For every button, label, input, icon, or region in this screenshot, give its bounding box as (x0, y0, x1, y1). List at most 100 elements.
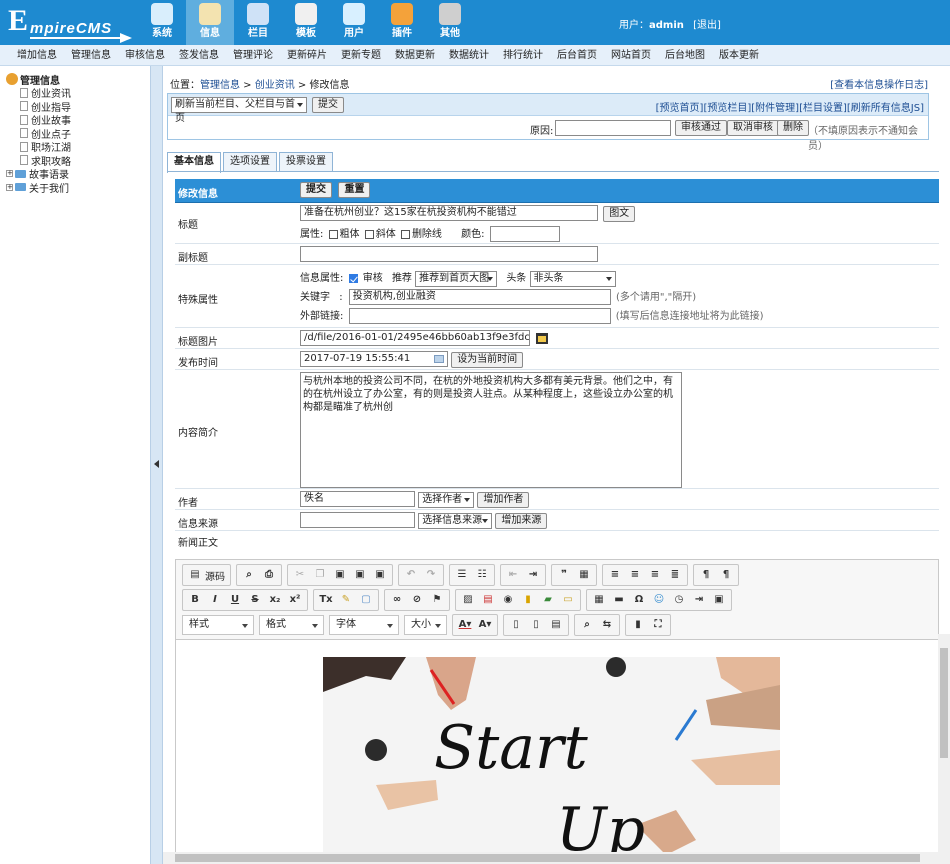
link-icon[interactable]: ∞ (389, 593, 405, 607)
tree-item[interactable]: 创业故事 (6, 113, 71, 127)
topnav-item-3[interactable]: 模板 (282, 0, 330, 45)
templates-icon[interactable]: ▤ (548, 618, 564, 632)
bg-color-icon[interactable]: A▾ (477, 618, 493, 632)
italic-icon[interactable]: I (207, 593, 223, 607)
form-reset-button[interactable]: 重置 (338, 182, 371, 198)
horizontal-scrollbar[interactable] (163, 852, 938, 864)
toolbox-link[interactable]: [栏目设置] (799, 103, 847, 114)
topnav-item-0[interactable]: 系统 (138, 0, 186, 45)
underline-icon[interactable]: U (227, 593, 243, 607)
special-char-icon[interactable]: Ω (631, 593, 647, 607)
refresh-select[interactable]: 刷新当前栏目、父栏目与首页 (171, 97, 307, 124)
file-icon[interactable]: ▮ (520, 593, 536, 607)
subnav-item[interactable]: 后台首页 (550, 45, 604, 65)
tree-item[interactable]: 求职攻略 (6, 154, 71, 168)
topnav-item-6[interactable]: 其他 (426, 0, 474, 45)
refresh-submit-button[interactable]: 提交 (312, 97, 344, 113)
title-input[interactable]: 准备在杭州创业？这15家在杭投资机构不能错过 (300, 205, 598, 221)
italic-checkbox[interactable] (364, 229, 374, 239)
outdent-icon[interactable]: ⇤ (505, 568, 521, 582)
subnav-item[interactable]: 管理信息 (64, 45, 118, 65)
paste-word-icon[interactable]: ▣ (372, 568, 388, 582)
print-icon[interactable]: ⎙ (261, 568, 277, 582)
topnav-item-5[interactable]: 插件 (378, 0, 426, 45)
scrollbar-thumb[interactable] (940, 648, 948, 758)
delete-button[interactable]: 删除 (777, 120, 809, 136)
recommend-select[interactable]: 推荐到首页大图 (415, 271, 498, 287)
toolbox-link[interactable]: [附件管理] (751, 103, 799, 114)
smiley-icon[interactable]: ☺ (651, 593, 667, 607)
bold-checkbox[interactable] (328, 229, 338, 239)
align-right-icon[interactable]: ≡ (647, 568, 663, 582)
subnav-item[interactable]: 审核信息 (118, 45, 172, 65)
undo-icon[interactable]: ↶ (403, 568, 419, 582)
editor-content-area[interactable]: Start Up (176, 639, 938, 863)
add-source-button[interactable]: 增加来源 (495, 513, 548, 529)
preview-icon[interactable]: ⌕ (241, 568, 257, 582)
color-input[interactable] (489, 226, 560, 242)
logout-link[interactable]: [退出] (693, 20, 721, 31)
summary-textarea[interactable]: 与杭州本地的投资公司不同，在杭的外地投资机构大多都有美元背景。他们之中，有的在杭… (300, 372, 682, 488)
subscript-icon[interactable]: x₂ (267, 593, 283, 607)
sidebar-splitter[interactable] (150, 66, 163, 864)
numbered-list-icon[interactable]: ☰ (454, 568, 470, 582)
tab-0[interactable]: 基本信息 (167, 152, 221, 173)
format-combo[interactable]: 格式 (259, 615, 324, 635)
source-input[interactable] (300, 512, 415, 528)
tree-item[interactable]: 创业点子 (6, 127, 71, 141)
copy-icon[interactable]: ❐ (312, 568, 328, 582)
subnav-item[interactable]: 排行统计 (496, 45, 550, 65)
code-icon[interactable]: ▣ (711, 593, 727, 607)
author-input[interactable]: 佚名 (300, 491, 415, 507)
calendar-icon[interactable] (434, 355, 444, 363)
source-icon[interactable]: ▤ (187, 568, 203, 582)
topnav-item-2[interactable]: 栏目 (234, 0, 282, 45)
subnav-item[interactable]: 管理评论 (226, 45, 280, 65)
bulleted-list-icon[interactable]: ☷ (474, 568, 490, 582)
indent-icon[interactable]: ⇥ (525, 568, 541, 582)
reason-input[interactable] (555, 120, 671, 136)
subnav-item[interactable]: 数据统计 (442, 45, 496, 65)
select-image-icon[interactable] (536, 332, 549, 344)
rtl-icon[interactable]: ¶ (718, 568, 734, 582)
image-icon[interactable]: ▨ (460, 593, 476, 607)
collapse-arrow-icon[interactable] (154, 460, 159, 468)
subnav-item[interactable]: 后台地图 (658, 45, 712, 65)
paste-icon[interactable]: ▣ (332, 568, 348, 582)
form-submit-button[interactable]: 提交 (300, 182, 332, 198)
set-current-time-button[interactable]: 设为当前时间 (451, 352, 524, 368)
headline-select[interactable]: 非头条 (529, 271, 616, 287)
copy-format-icon[interactable]: ✎ (338, 593, 354, 607)
subnav-item[interactable]: 网站首页 (604, 45, 658, 65)
text-color-icon[interactable]: A▾ (457, 618, 473, 632)
justify-icon[interactable]: ≣ (667, 568, 683, 582)
expand-icon[interactable]: + (6, 170, 13, 178)
external-link-input[interactable] (348, 308, 611, 324)
redo-icon[interactable]: ↷ (423, 568, 439, 582)
media-icon[interactable]: ◉ (500, 593, 516, 607)
subnav-item[interactable]: 增加信息 (10, 45, 64, 65)
paste-format-icon[interactable]: ▢ (358, 593, 374, 607)
maximize-icon[interactable]: ⛶ (650, 618, 666, 632)
breadcrumb-manage-info[interactable]: 管理信息 (200, 80, 240, 91)
style-combo[interactable]: 样式 (182, 615, 254, 635)
show-blocks-icon[interactable]: ▯ (508, 618, 524, 632)
page-break-marker-icon[interactable]: ▮ (630, 618, 646, 632)
table-icon[interactable]: ▦ (591, 593, 607, 607)
unlink-icon[interactable]: ⊘ (409, 593, 425, 607)
scrollbar-thumb[interactable] (175, 854, 920, 862)
tree-root[interactable]: 管理信息 (6, 72, 71, 87)
topnav-item-1[interactable]: 信息 (186, 0, 234, 45)
author-select[interactable]: 选择作者 (418, 492, 475, 508)
subnav-item[interactable]: 更新碎片 (280, 45, 334, 65)
subnav-item[interactable]: 版本更新 (712, 45, 766, 65)
cancel-approve-button[interactable]: 取消审核 (727, 120, 779, 136)
topnav-item-4[interactable]: 用户 (330, 0, 378, 45)
review-checkbox[interactable] (348, 273, 358, 283)
editor-scrollbar[interactable] (938, 634, 950, 864)
blockquote-icon[interactable]: ❞ (556, 568, 572, 582)
toolbox-link[interactable]: [预览栏目] (703, 103, 751, 114)
strikethrough-icon[interactable]: S (247, 593, 263, 607)
page-break-icon[interactable]: ⇥ (691, 593, 707, 607)
anchor-flag-icon[interactable]: ⚑ (429, 593, 445, 607)
